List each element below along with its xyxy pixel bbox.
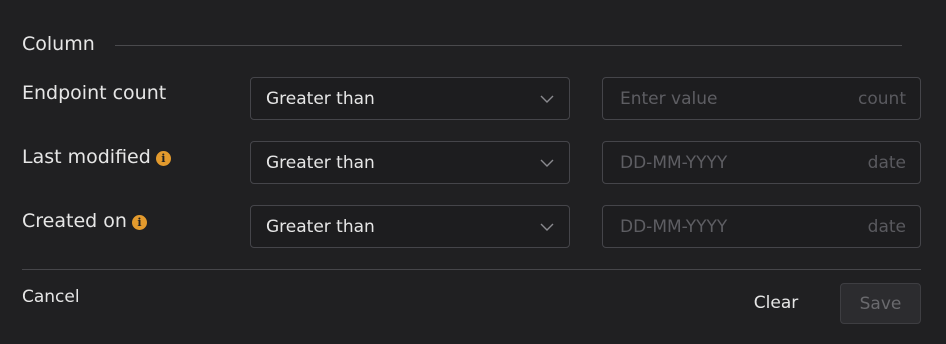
chevron-down-icon xyxy=(540,159,554,167)
filter-row-created-on: Created on i Greater than date xyxy=(0,205,946,248)
chevron-down-icon xyxy=(540,95,554,103)
section-divider xyxy=(114,44,902,46)
filter-label-text: Last modified xyxy=(22,146,151,168)
filter-label-text: Endpoint count xyxy=(22,82,167,104)
cancel-button[interactable]: Cancel xyxy=(22,287,80,307)
operator-select-value: Greater than xyxy=(266,88,375,109)
section-header: Column xyxy=(22,30,902,58)
info-icon[interactable]: i xyxy=(155,150,171,166)
last-modified-date-input[interactable] xyxy=(618,151,868,174)
operator-select-value: Greater than xyxy=(266,152,375,173)
info-icon[interactable]: i xyxy=(131,214,147,230)
value-field: date xyxy=(602,141,921,184)
value-field: count xyxy=(602,77,921,120)
footer-divider xyxy=(22,269,921,270)
chevron-down-icon xyxy=(540,223,554,231)
value-field: date xyxy=(602,205,921,248)
operator-select[interactable]: Greater than xyxy=(250,77,570,120)
save-button[interactable]: Save xyxy=(840,283,921,324)
input-suffix: count xyxy=(858,88,906,109)
input-suffix: date xyxy=(867,216,906,237)
filter-row-endpoint-count: Endpoint count Greater than count xyxy=(0,77,946,120)
filter-label: Created on i xyxy=(22,210,147,232)
created-on-date-input[interactable] xyxy=(618,215,868,238)
filter-label-text: Created on xyxy=(22,210,127,232)
operator-select[interactable]: Greater than xyxy=(250,205,570,248)
endpoint-count-input[interactable] xyxy=(618,87,859,110)
filter-panel: Column Endpoint count Greater than count… xyxy=(0,0,946,344)
operator-select[interactable]: Greater than xyxy=(250,141,570,184)
filter-row-last-modified: Last modified i Greater than date xyxy=(0,141,946,184)
operator-select-value: Greater than xyxy=(266,216,375,237)
section-title: Column xyxy=(22,33,95,55)
filter-label: Endpoint count xyxy=(22,82,166,104)
clear-button[interactable]: Clear xyxy=(740,283,812,323)
filter-label: Last modified i xyxy=(22,146,171,168)
input-suffix: date xyxy=(867,152,906,173)
